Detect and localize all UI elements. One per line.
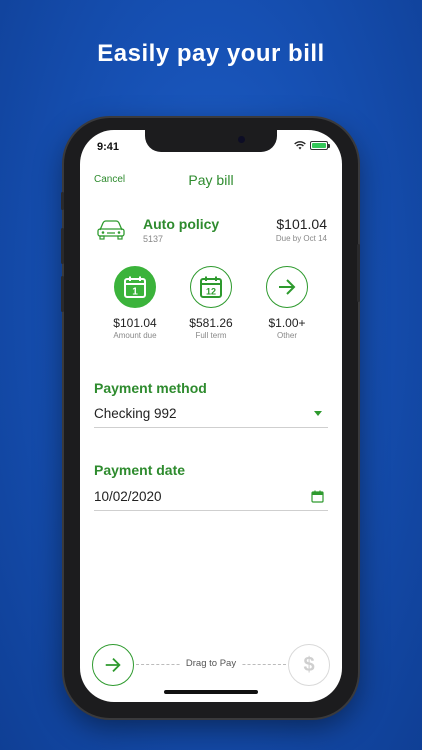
policy-number: 5137 xyxy=(143,234,164,244)
choice-amount: $1.00+ xyxy=(268,316,306,330)
payment-method-select[interactable]: Checking 992 xyxy=(94,406,328,428)
choice-full-term[interactable]: 12 $581.26 Full term xyxy=(176,266,246,340)
headline: Easily pay your bill xyxy=(97,40,325,67)
choice-circle: 12 xyxy=(190,266,232,308)
choice-label: Amount due xyxy=(113,331,157,340)
calendar-icon: 12 xyxy=(200,276,222,298)
drag-to-pay-slider[interactable]: Drag to Pay $ xyxy=(92,644,330,686)
notch xyxy=(145,130,277,152)
choice-amount-due[interactable]: 1 $101.04 Amount due xyxy=(100,266,170,340)
payment-date-value: 10/02/2020 xyxy=(94,489,162,504)
home-indicator xyxy=(164,690,258,694)
arrow-right-icon xyxy=(105,657,121,673)
wifi-icon xyxy=(294,141,306,150)
chevron-down-icon xyxy=(314,411,322,416)
car-icon xyxy=(97,220,125,240)
dollar-icon: $ xyxy=(288,644,330,686)
payment-method-value: Checking 992 xyxy=(94,406,177,421)
drag-handle[interactable] xyxy=(92,644,134,686)
choice-label: Full term xyxy=(195,331,227,340)
policy-amount: $101.04 xyxy=(276,216,327,232)
choice-circle: 1 xyxy=(114,266,156,308)
choice-circle xyxy=(266,266,308,308)
payment-date-label: Payment date xyxy=(94,462,186,478)
payment-method-label: Payment method xyxy=(94,380,207,396)
app-screen: 9:41 Cancel Pay bill Auto policy 5137 $1… xyxy=(80,130,342,702)
choice-amount: $101.04 xyxy=(113,316,157,330)
status-time: 9:41 xyxy=(97,141,120,153)
choice-other[interactable]: $1.00+ Other xyxy=(252,266,322,340)
status-icons xyxy=(294,141,330,150)
power-button xyxy=(357,244,360,302)
silent-switch xyxy=(61,192,64,210)
choice-label: Other xyxy=(276,331,297,340)
volume-up-button xyxy=(61,228,64,264)
calendar-day: 12 xyxy=(206,287,216,297)
payment-date-field[interactable]: 10/02/2020 xyxy=(94,489,328,511)
policy-name: Auto policy xyxy=(143,216,220,232)
calendar-icon: 1 xyxy=(124,276,146,298)
volume-down-button xyxy=(61,276,64,312)
arrow-right-icon xyxy=(279,279,296,295)
choice-amount: $581.26 xyxy=(189,316,233,330)
camera-icon xyxy=(238,136,245,143)
calendar-day: 1 xyxy=(132,287,138,298)
battery-icon xyxy=(310,141,330,150)
page-title: Pay bill xyxy=(188,172,234,188)
calendar-icon[interactable] xyxy=(311,490,324,503)
policy-due-date: Due by Oct 14 xyxy=(275,234,327,243)
